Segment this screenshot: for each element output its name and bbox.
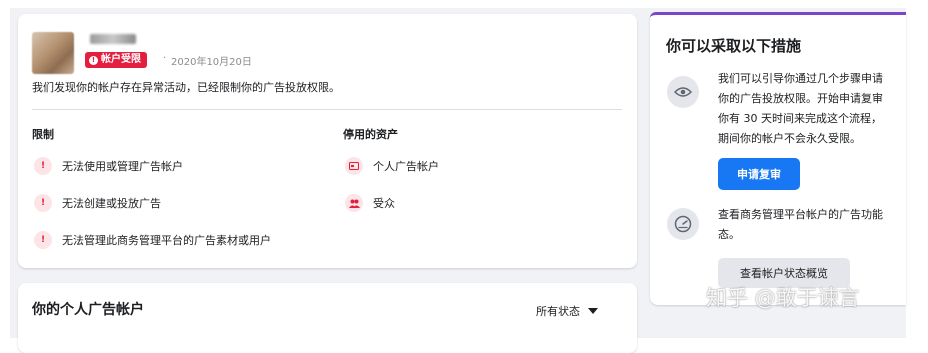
limit-item-label: 无法管理此商务管理平台的广告素材或用户	[62, 234, 271, 247]
alert-icon: !	[89, 55, 98, 65]
actions-panel: 你可以采取以下措施 我们可以引导你通过几个步骤申请 你的广告投放权限。开始申请复…	[650, 12, 906, 305]
alert-icon: !	[34, 157, 52, 175]
status-filter-dropdown[interactable]: 所有状态	[536, 303, 598, 319]
disabled-asset-label: 受众	[373, 197, 395, 210]
restriction-description: 我们发现你的帐户存在异常活动，已经限制你的广告投放权限。	[32, 81, 340, 94]
appeal-explanation: 我们可以引导你通过几个步骤申请 你的广告投放权限。开始申请复审 你有 30 天时…	[718, 69, 883, 149]
ad-account-icon	[345, 157, 363, 175]
status-text-line: 查看商务管理平台帐户的广告功能	[718, 208, 883, 221]
disabled-asset-item: 受众	[345, 194, 395, 212]
divider	[32, 109, 622, 110]
appeal-text-line: 我们可以引导你通过几个步骤申请	[718, 72, 883, 85]
status-badge-label: 帐户受限	[101, 54, 141, 65]
alert-icon: !	[34, 231, 52, 249]
disabled-asset-label: 个人广告帐户	[373, 160, 439, 173]
avatar	[32, 32, 74, 74]
limit-item: ! 无法使用或管理广告帐户	[34, 157, 183, 175]
status-badge: ! 帐户受限	[85, 52, 147, 68]
restriction-date: 2020年10月20日	[171, 57, 252, 68]
actions-title: 你可以采取以下措施	[666, 37, 802, 55]
restriction-card: ! 帐户受限 · 2020年10月20日 我们发现你的帐户存在异常活动，已经限制…	[18, 14, 637, 268]
zhihu-watermark: 知乎 @敢于谏言	[706, 286, 860, 310]
status-overview-explanation: 查看商务管理平台帐户的广告功能 态。	[718, 205, 883, 245]
accounts-title: 你的个人广告帐户	[32, 302, 144, 318]
appeal-text-line: 期间你的帐户不会永久受限。	[718, 132, 861, 145]
limit-item-label: 无法创建或投放广告	[62, 197, 161, 210]
limits-heading: 限制	[32, 128, 54, 141]
dashboard-gauge-icon	[667, 208, 699, 240]
appeal-text-line: 你有 30 天时间来完成这个流程，	[718, 112, 882, 125]
status-filter-label: 所有状态	[536, 305, 580, 318]
caret-down-icon	[588, 308, 598, 314]
personal-ad-accounts-card: 你的个人广告帐户 所有状态	[18, 283, 637, 353]
alert-icon: !	[34, 194, 52, 212]
audience-icon	[345, 194, 363, 212]
appeal-text-line: 你的广告投放权限。开始申请复审	[718, 92, 883, 105]
disabled-asset-item: 个人广告帐户	[345, 157, 439, 175]
redacted-account-name	[90, 34, 136, 44]
separator-dot: ·	[163, 53, 167, 64]
eye-icon	[667, 76, 699, 108]
status-text-line: 态。	[718, 228, 740, 241]
limit-item: ! 无法创建或投放广告	[34, 194, 161, 212]
disabled-assets-heading: 停用的资产	[343, 128, 398, 141]
limit-item-label: 无法使用或管理广告帐户	[62, 160, 183, 173]
limit-item: ! 无法管理此商务管理平台的广告素材或用户	[34, 231, 271, 249]
request-review-button[interactable]: 申请复审	[718, 158, 800, 190]
